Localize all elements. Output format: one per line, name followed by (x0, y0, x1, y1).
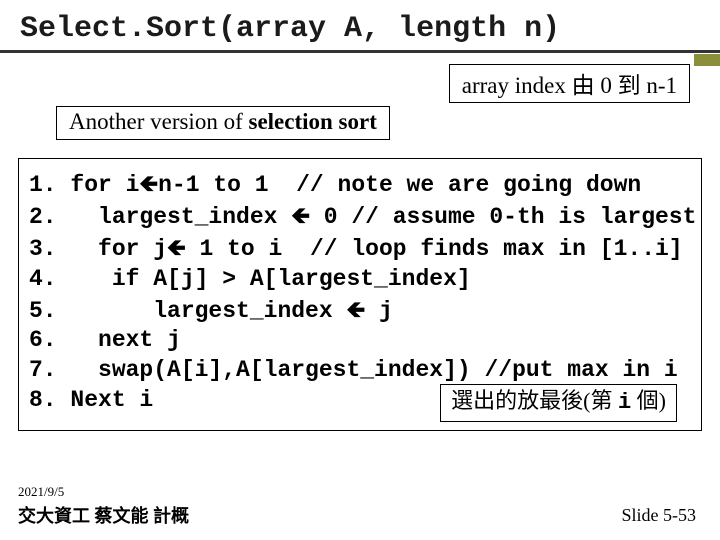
code-text: 1 to i // loop finds max in [1..i] (186, 236, 683, 262)
code-line-2: 2. largest_index 🡸 0 // assume 0-th is l… (29, 201, 691, 233)
code-line-4: 4. if A[j] > A[largest_index] (29, 265, 691, 295)
left-arrow-icon: 🡸 (139, 170, 158, 196)
slide: Select.Sort(array A, length n) array ind… (0, 0, 720, 540)
code-text: 1. for i (29, 172, 139, 198)
code-line-5: 5. largest_index 🡸 j (29, 295, 691, 327)
inner-note-mono: i (618, 390, 631, 415)
inner-note-pre: 選出的放最後(第 (451, 388, 618, 413)
inner-note-box: 選出的放最後(第 i 個) (440, 384, 677, 423)
footer-left: 交大資工 蔡文能 計概 (18, 502, 189, 528)
left-arrow-icon: 🡸 (167, 234, 186, 260)
code-line-1: 1. for i🡸n-1 to 1 // note we are going d… (29, 169, 691, 201)
index-note-text: array index 由 0 到 n-1 (462, 73, 677, 98)
code-line-3: 3. for j🡸 1 to i // loop finds max in [1… (29, 233, 691, 265)
corner-accent (694, 54, 720, 66)
slide-date: 2021/9/5 (18, 484, 64, 500)
footer-right: Slide 5-53 (622, 505, 697, 526)
code-text: n-1 to 1 // note we are going down (158, 172, 641, 198)
title-underline (0, 50, 720, 53)
left-arrow-icon: 🡸 (291, 202, 310, 228)
left-arrow-icon: 🡸 (346, 296, 365, 322)
index-note-box: array index 由 0 到 n-1 (449, 64, 690, 103)
slide-title: Select.Sort(array A, length n) (20, 12, 702, 46)
code-line-7: 7. swap(A[i],A[largest_index]) //put max… (29, 356, 691, 386)
code-text: 0 // assume 0-th is largest (310, 204, 696, 230)
code-text: 2. largest_index (29, 204, 291, 230)
inner-note-post: 個) (631, 388, 666, 413)
subtitle-bold: selection sort (249, 109, 377, 134)
code-line-6: 6. next j (29, 326, 691, 356)
code-text: 3. for j (29, 236, 167, 262)
code-text: j (365, 298, 393, 324)
subtitle-prefix: Another version of (69, 109, 249, 134)
code-text: 5. largest_index (29, 298, 346, 324)
subtitle-box: Another version of selection sort (56, 106, 390, 140)
code-box: 1. for i🡸n-1 to 1 // note we are going d… (18, 158, 702, 431)
